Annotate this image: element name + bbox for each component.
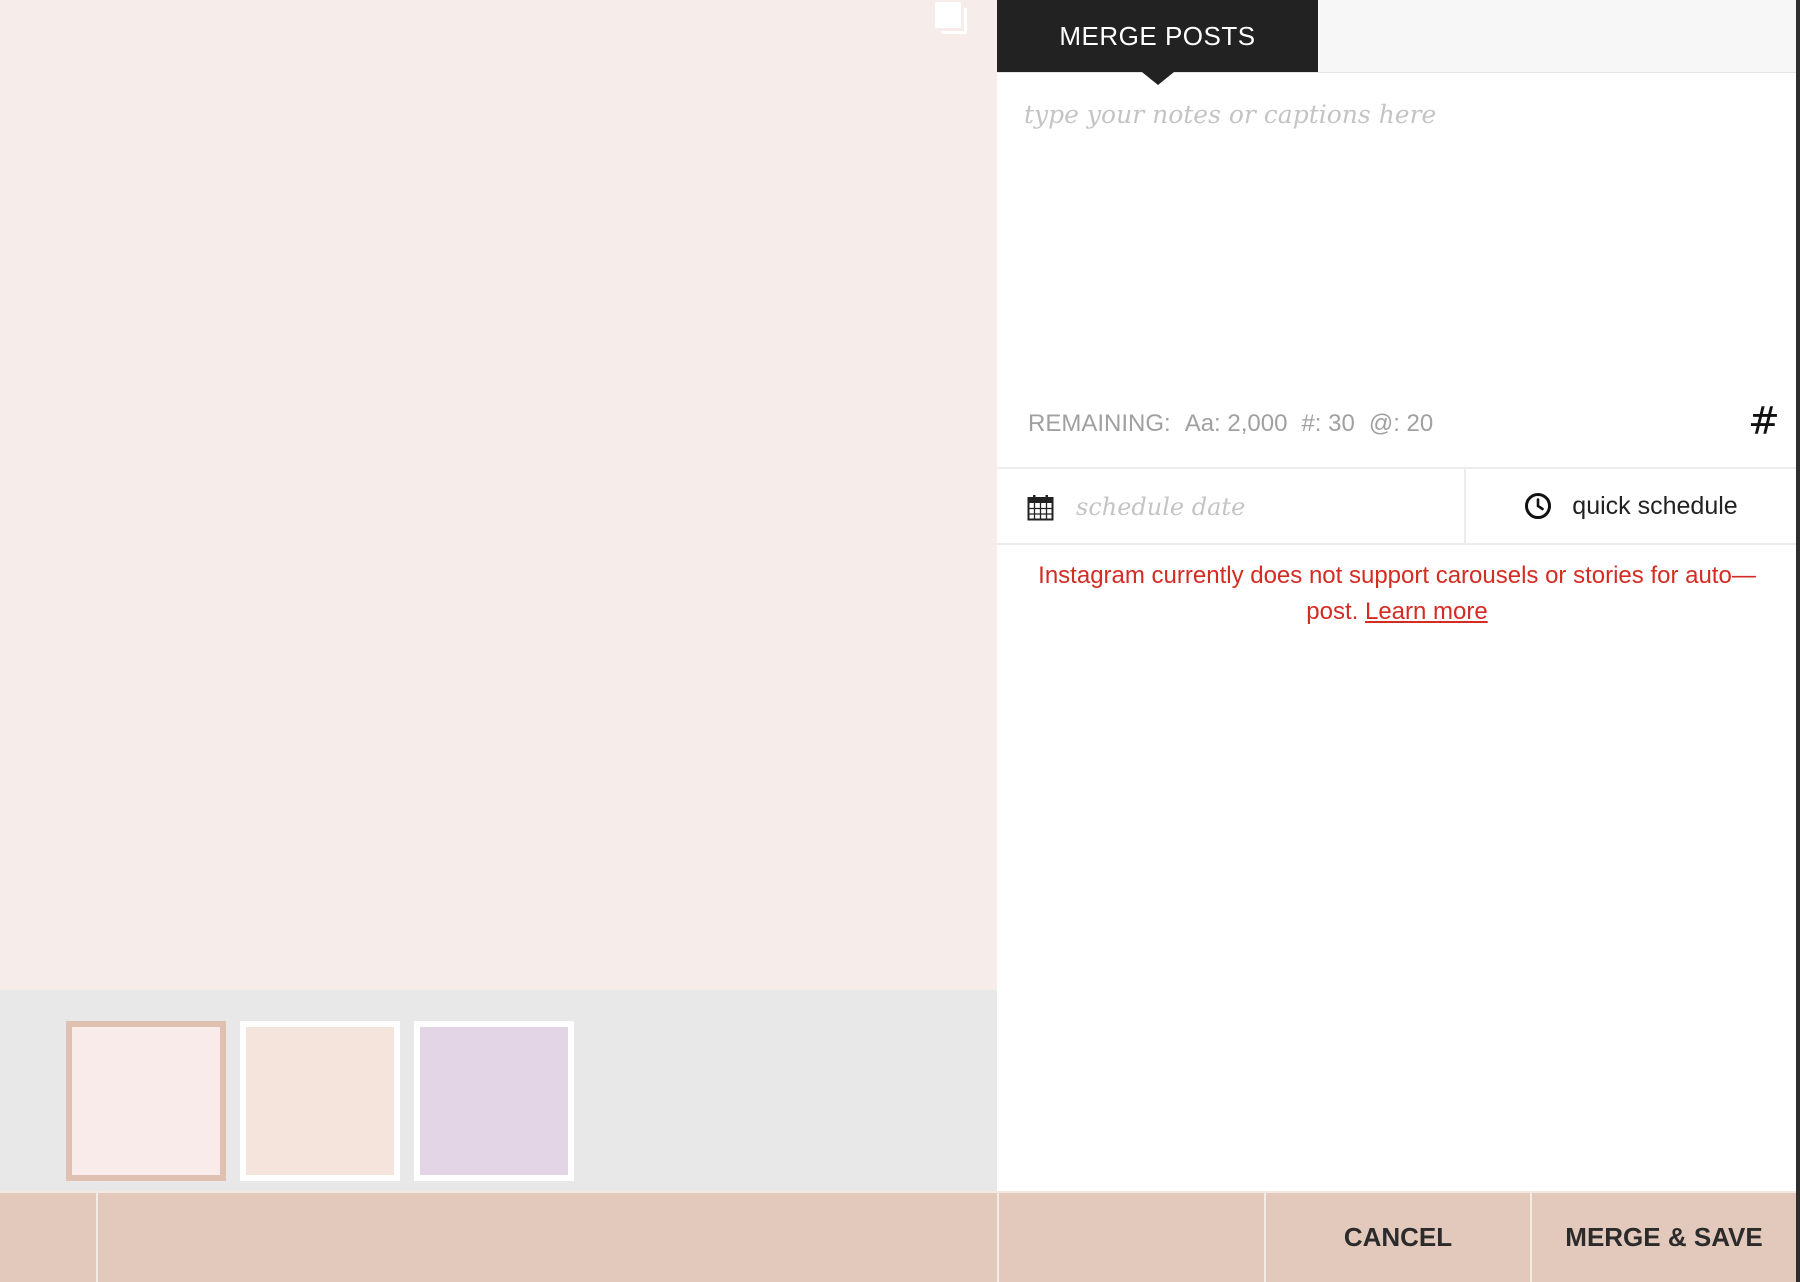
thumbnail-2[interactable] [240,1021,400,1181]
merge-save-button[interactable]: MERGE & SAVE [1532,1193,1796,1282]
carousel-warning: Instagram currently does not support car… [1027,558,1767,630]
remaining-label: REMAINING: [1028,410,1171,437]
quick-schedule-label: quick schedule [1572,491,1738,520]
hashtag-icon[interactable]: # [1748,402,1780,440]
cancel-button[interactable]: CANCEL [1266,1193,1530,1282]
bottom-divider [96,1191,98,1282]
learn-more-link[interactable]: Learn more [1365,598,1488,625]
clock-icon [1525,493,1552,519]
tab-merge-posts[interactable]: MERGE POSTS [997,0,1318,72]
schedule-date-input[interactable] [1076,487,1446,527]
quick-schedule-button[interactable]: quick schedule [1466,469,1796,543]
tab-indicator-arrow [1142,72,1174,85]
thumbnail-3[interactable] [414,1021,574,1181]
window-edge [1796,0,1800,1282]
bottom-divider [997,1191,999,1282]
remaining-mentions: @: 20 [1368,410,1434,437]
post-preview [0,0,997,990]
carousel-icon [935,2,969,36]
remaining-chars: Aa: 2,000 [1184,410,1288,437]
remaining-hashtags: #: 30 [1301,410,1355,437]
calendar-icon [1027,495,1054,521]
caption-input[interactable] [1024,100,1764,380]
thumbnail-1[interactable] [66,1021,226,1181]
remaining-counts: REMAINING: Aa: 2,000 #: 30 @: 20 [1028,410,1447,438]
